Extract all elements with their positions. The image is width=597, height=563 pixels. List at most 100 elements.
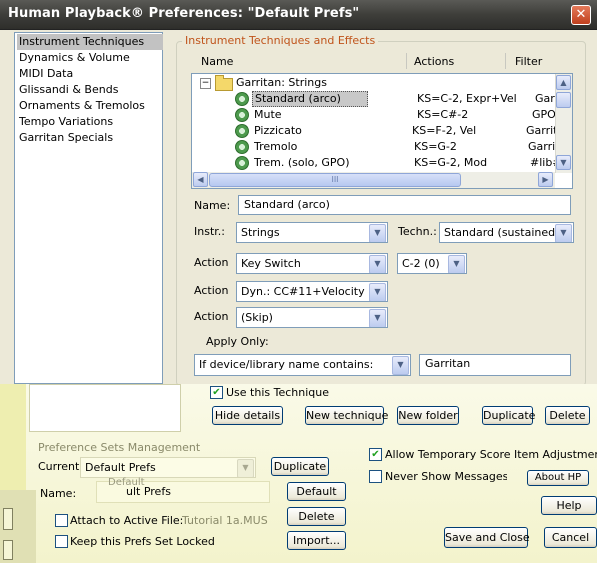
attach-file-label: Attach to Active File: xyxy=(70,514,184,527)
never-show-label: Never Show Messages xyxy=(385,470,507,483)
new-folder-button[interactable]: New folder xyxy=(397,406,459,425)
prefs-name-label: Name: xyxy=(40,487,77,500)
chevron-down-icon[interactable]: ▼ xyxy=(369,255,386,273)
tree-row-filter: Garrit xyxy=(526,124,556,137)
tree-row[interactable]: Trem. (solo, GPO) KS=G-2, Mod #lib# xyxy=(192,155,556,171)
close-button[interactable]: ✕ xyxy=(571,5,591,25)
chevron-down-icon[interactable]: ▼ xyxy=(369,309,386,327)
help-button[interactable]: Help xyxy=(541,496,597,515)
new-technique-button[interactable]: New technique xyxy=(305,406,388,425)
attach-file-checkbox[interactable] xyxy=(55,514,68,527)
scroll-right-button[interactable]: ▶ xyxy=(538,172,553,187)
scroll-down-button[interactable]: ▼ xyxy=(556,155,571,170)
tree-root-row[interactable]: − Garritan: Strings xyxy=(192,75,554,91)
category-item-garritan-specials[interactable]: Garritan Specials xyxy=(17,130,163,146)
current-prefs-value: Default Prefs xyxy=(85,461,156,474)
tree-row-name: Pizzicato xyxy=(254,124,302,137)
delete-technique-button[interactable]: Delete xyxy=(545,406,590,425)
scroll-thumb[interactable] xyxy=(556,92,571,108)
chevron-down-icon[interactable]: ▼ xyxy=(369,224,386,242)
keep-locked-label: Keep this Prefs Set Locked xyxy=(70,535,215,548)
use-technique-checkbox[interactable]: ✔ xyxy=(210,386,223,399)
keep-locked-checkbox[interactable] xyxy=(55,535,68,548)
pref-sets-label: Preference Sets Management xyxy=(38,441,201,454)
column-header-filter[interactable]: Filter xyxy=(515,55,542,68)
current-prefs-select[interactable]: Default Prefs ▼ xyxy=(80,457,256,478)
allow-temp-label: Allow Temporary Score Item Adjustments xyxy=(385,448,597,461)
scroll-up-button[interactable]: ▲ xyxy=(556,75,571,90)
action-select-2[interactable]: Dyn.: CC#11+Velocity ▼ xyxy=(236,281,388,302)
tree-row[interactable]: Mute KS=C#-2 GPO xyxy=(192,107,556,123)
instrument-select[interactable]: Strings ▼ xyxy=(236,222,388,243)
use-technique-label: Use this Technique xyxy=(226,386,330,399)
action-label: Action xyxy=(194,284,229,297)
never-show-checkbox[interactable] xyxy=(369,470,382,483)
horizontal-scroll-thumb[interactable]: III xyxy=(209,173,461,187)
action-label: Action xyxy=(194,310,229,323)
hide-details-button[interactable]: Hide details xyxy=(212,406,283,425)
column-header-actions[interactable]: Actions xyxy=(414,55,454,68)
action-select-2-value: Dyn.: CC#11+Velocity xyxy=(241,285,365,298)
category-item-dynamics-volume[interactable]: Dynamics & Volume xyxy=(17,50,163,66)
category-item-ornaments-tremolos[interactable]: Ornaments & Tremolos xyxy=(17,98,163,114)
tree-row[interactable]: Standard (arco) KS=C-2, Expr+Vel Garr xyxy=(192,91,555,107)
techn-label: Techn.: xyxy=(398,225,437,238)
technique-name-input[interactable]: Standard (arco) xyxy=(238,195,571,215)
tree-root-label: Garritan: Strings xyxy=(236,76,327,89)
instrument-select-value: Strings xyxy=(241,226,280,239)
column-divider[interactable] xyxy=(505,53,506,69)
column-header-name[interactable]: Name xyxy=(201,55,233,68)
tree-row-actions: KS=G-2, Mod xyxy=(414,156,488,169)
category-item-glissandi-bends[interactable]: Glissandi & Bends xyxy=(17,82,163,98)
category-item-instrument-techniques[interactable]: Instrument Techniques xyxy=(17,34,163,50)
instr-label: Instr.: xyxy=(194,225,225,238)
cancel-button[interactable]: Cancel xyxy=(544,527,597,548)
apply-condition-select[interactable]: If device/library name contains: ▼ xyxy=(194,354,411,376)
scroll-left-button[interactable]: ◀ xyxy=(193,172,208,187)
tree-row-filter: Garrit xyxy=(528,140,556,153)
tree-row-name: Trem. (solo, GPO) xyxy=(254,156,350,169)
technique-select[interactable]: Standard (sustained) ▼ xyxy=(439,222,574,243)
save-and-close-button[interactable]: Save and Close xyxy=(444,527,530,548)
column-divider[interactable] xyxy=(406,53,407,69)
current-label: Current: xyxy=(38,460,84,473)
delete-prefs-button[interactable]: Delete xyxy=(287,507,346,526)
tree-row-actions: KS=C-2, Expr+Vel xyxy=(417,92,517,105)
technique-select-value: Standard (sustained) xyxy=(444,226,560,239)
gear-icon xyxy=(235,124,249,138)
action-select-1[interactable]: Key Switch ▼ xyxy=(236,253,388,274)
duplicate-prefs-button[interactable]: Duplicate xyxy=(271,457,329,476)
import-button[interactable]: Import... xyxy=(287,531,346,550)
chevron-down-icon[interactable]: ▼ xyxy=(555,224,572,242)
apply-library-input[interactable]: Garritan xyxy=(419,354,571,376)
allow-temp-checkbox[interactable]: ✔ xyxy=(369,448,382,461)
action-select-3[interactable]: (Skip) ▼ xyxy=(236,307,388,328)
chevron-down-icon[interactable]: ▼ xyxy=(392,356,409,375)
chevron-down-icon[interactable]: ▼ xyxy=(237,459,254,477)
tree-row-name: Standard (arco) xyxy=(252,91,368,107)
chevron-down-icon[interactable]: ▼ xyxy=(448,255,465,273)
gear-icon xyxy=(235,140,249,154)
collapse-icon[interactable]: − xyxy=(200,78,211,89)
category-list[interactable]: Instrument Techniques Dynamics & Volume … xyxy=(14,32,163,384)
tree-row[interactable]: Pizzicato KS=F-2, Vel Garrit xyxy=(192,123,556,139)
category-item-tempo-variations[interactable]: Tempo Variations xyxy=(17,114,163,130)
tree-row-name: Mute xyxy=(254,108,282,121)
chevron-down-icon[interactable]: ▼ xyxy=(369,283,386,301)
action-param-select[interactable]: C-2 (0) ▼ xyxy=(397,253,467,274)
action-select-1-value: Key Switch xyxy=(241,257,301,270)
glitch-box xyxy=(3,508,13,530)
category-item-midi-data[interactable]: MIDI Data xyxy=(17,66,163,82)
tree-row-name: Tremolo xyxy=(254,140,298,153)
gear-icon xyxy=(235,92,249,106)
tree-row-filter: GPO xyxy=(532,108,556,121)
group-label: Instrument Techniques and Effects xyxy=(182,34,379,47)
apply-only-label: Apply Only: xyxy=(206,335,269,348)
tree-row-filter: #lib# xyxy=(530,156,556,169)
apply-condition-value: If device/library name contains: xyxy=(199,358,374,371)
duplicate-technique-button[interactable]: Duplicate xyxy=(482,406,535,425)
default-button[interactable]: Default xyxy=(287,482,346,501)
tree-row[interactable]: Tremolo KS=G-2 Garrit xyxy=(192,139,556,155)
about-hp-button[interactable]: About HP xyxy=(527,470,589,486)
action-param-value: C-2 (0) xyxy=(402,257,440,270)
